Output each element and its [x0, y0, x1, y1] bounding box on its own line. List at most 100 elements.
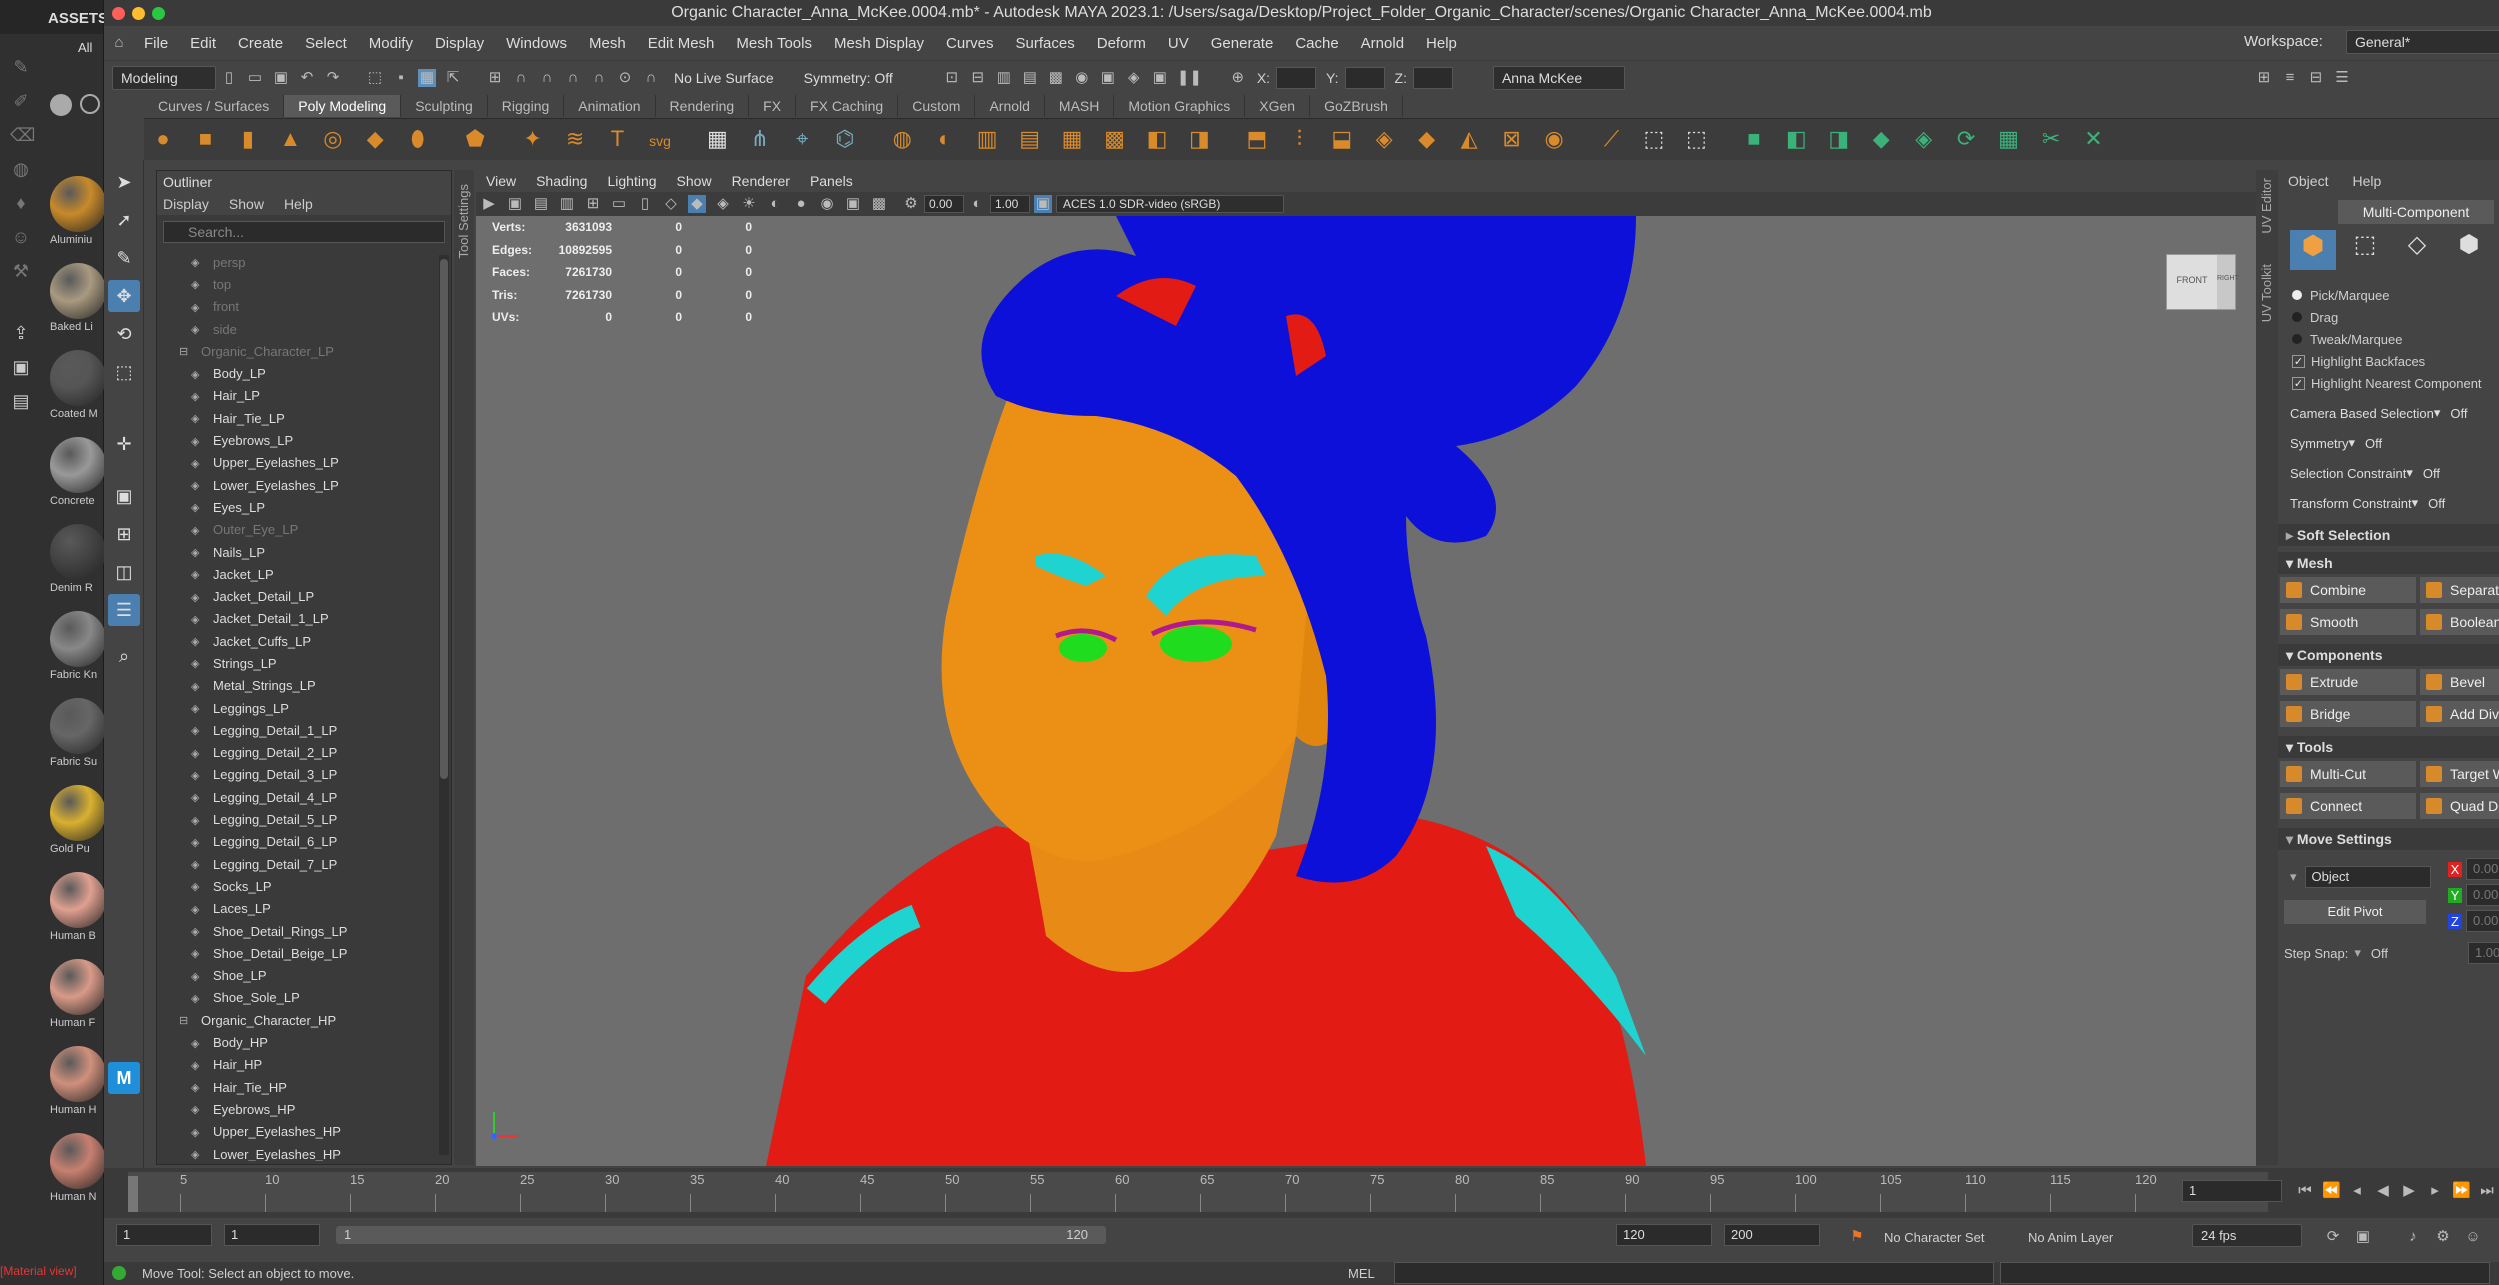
search-icon[interactable]: ⌕: [108, 640, 140, 672]
poly-disc-icon[interactable]: ⬮: [404, 125, 432, 153]
clean-up-icon[interactable]: ◨: [1185, 125, 1213, 153]
checkbox-icon[interactable]: ✓: [2292, 354, 2305, 368]
shelf-tab-animation[interactable]: Animation: [564, 95, 656, 117]
outliner-item[interactable]: ⊟ Organic_Character_HP: [157, 1009, 437, 1031]
ipr-render-icon[interactable]: ◉: [1073, 69, 1091, 87]
mel-label[interactable]: MEL: [1348, 1266, 1375, 1281]
render-frame-icon[interactable]: ▩: [1047, 69, 1065, 87]
outliner-item[interactable]: ◈ Hair_Tie_LP: [157, 407, 437, 429]
viewport-menu-show[interactable]: Show: [677, 173, 712, 189]
step-snap-value[interactable]: Off: [2371, 946, 2388, 961]
extract-shelf-icon[interactable]: ▥: [973, 125, 1001, 153]
side-tab-uv-toolkit[interactable]: UV Toolkit: [2259, 264, 2274, 322]
assets-filter-all[interactable]: All: [78, 40, 92, 55]
output-ops-icon[interactable]: ⊟: [969, 69, 987, 87]
film-gate-icon[interactable]: ▭: [610, 195, 628, 213]
home-icon[interactable]: ⌂: [110, 34, 128, 52]
append-icon[interactable]: ◆: [1413, 125, 1441, 153]
face-mode-icon[interactable]: ⬢: [2446, 230, 2492, 270]
current-frame-field[interactable]: 1: [2182, 1180, 2282, 1202]
menu-display[interactable]: Display: [435, 35, 484, 52]
smooth-button[interactable]: Smooth: [2280, 609, 2416, 635]
outliner-menu-help[interactable]: Help: [284, 196, 313, 212]
move-y-field[interactable]: 0.00: [2466, 884, 2499, 906]
uv-unfold-icon[interactable]: ⟳: [1952, 125, 1980, 153]
resolution-gate-icon[interactable]: ▯: [636, 195, 654, 213]
radio-icon[interactable]: [2292, 290, 2302, 300]
separate-shelf-icon[interactable]: ◐: [931, 125, 959, 153]
single-view-icon[interactable]: ▣: [108, 480, 140, 512]
step-back-frame-icon[interactable]: ◂: [2348, 1182, 2366, 1200]
pick-option[interactable]: Pick/Marquee: [2278, 284, 2499, 306]
gamma-icon[interactable]: ◐: [968, 195, 986, 213]
outliner-item[interactable]: ⊟ Organic_Character_LP: [157, 340, 437, 362]
menu-surfaces[interactable]: Surfaces: [1016, 35, 1075, 52]
shelf-tab-fx-caching[interactable]: FX Caching: [796, 95, 899, 117]
fps-select[interactable]: 24 fps: [2192, 1224, 2302, 1247]
camera-attrs-icon[interactable]: ▣: [506, 195, 524, 213]
toggle-channel-box-icon[interactable]: ☰: [2333, 69, 2351, 87]
measure-icon[interactable]: ⌖: [788, 125, 816, 153]
brush-icon[interactable]: ✐: [10, 90, 32, 112]
anim-layer-select[interactable]: No Anim Layer: [2028, 1230, 2113, 1245]
uv-auto-icon[interactable]: ◆: [1867, 125, 1895, 153]
image-plane-icon[interactable]: ▥: [558, 195, 576, 213]
gamma-field[interactable]: 1.00: [990, 195, 1030, 213]
toolkit-checkbox[interactable]: ✓ Highlight Backfaces: [2278, 350, 2499, 372]
y-field[interactable]: [1344, 66, 1385, 89]
menu-arnold[interactable]: Arnold: [1361, 35, 1404, 52]
outliner-search[interactable]: Search...: [163, 221, 445, 243]
uv-spherical-icon[interactable]: ◨: [1825, 125, 1853, 153]
menu-uv[interactable]: UV: [1168, 35, 1189, 52]
outliner-item[interactable]: ◈ Eyebrows_LP: [157, 429, 437, 451]
move-settings-header[interactable]: ▾ Move Settings: [2278, 828, 2499, 850]
outliner-item[interactable]: ◈ Eyes_LP: [157, 496, 437, 518]
vertex-mode-icon[interactable]: ⬚: [2342, 230, 2388, 270]
option-value[interactable]: Off: [2428, 496, 2445, 511]
cache-icon[interactable]: ▣: [2354, 1228, 2372, 1246]
construction-history-icon[interactable]: ▥: [995, 69, 1013, 87]
undo-icon[interactable]: ↶: [298, 69, 316, 87]
lasso-tool-icon[interactable]: ➚: [108, 204, 140, 236]
snap-surface-icon[interactable]: ∩: [590, 69, 608, 87]
menu-deform[interactable]: Deform: [1097, 35, 1146, 52]
menu-edit-mesh[interactable]: Edit Mesh: [648, 35, 715, 52]
viewport[interactable]: Verts: 3631093 0 0 Edges: 10892595 0 0 Faces: 726…: [476, 216, 2256, 1166]
save-scene-icon[interactable]: ▣: [272, 69, 290, 87]
menu-mesh-tools[interactable]: Mesh Tools: [736, 35, 812, 52]
extrude-shelf-icon[interactable]: ⬒: [1243, 125, 1271, 153]
outliner-item[interactable]: ◈ Hair_LP: [157, 385, 437, 407]
wrench-icon[interactable]: ⚒: [10, 260, 32, 282]
menu-curves[interactable]: Curves: [946, 35, 994, 52]
material-swatch[interactable]: Concrete: [50, 437, 110, 507]
menu-help[interactable]: Help: [1426, 35, 1457, 52]
snap-grid-icon[interactable]: ⊞: [486, 69, 504, 87]
type-tool-icon[interactable]: T: [604, 125, 632, 153]
poly-plane-icon[interactable]: ◆: [361, 125, 389, 153]
menu-file[interactable]: File: [144, 35, 168, 52]
play-backward-icon[interactable]: ◀: [2374, 1182, 2392, 1200]
move-z-field[interactable]: 0.00: [2466, 910, 2499, 932]
move-space-field[interactable]: Object: [2304, 866, 2431, 888]
poly-cylinder-icon[interactable]: ▮: [234, 125, 262, 153]
new-scene-icon[interactable]: ▯: [220, 69, 238, 87]
outliner-item[interactable]: ◈ Jacket_Cuffs_LP: [157, 630, 437, 652]
last-tool-icon[interactable]: ✛: [108, 428, 140, 460]
select-object-icon[interactable]: ▪: [392, 69, 410, 87]
material-swatch[interactable]: Aluminiu: [50, 176, 110, 246]
fill-hole-icon[interactable]: ◈: [1370, 125, 1398, 153]
smooth-shelf-icon[interactable]: ▦: [1058, 125, 1086, 153]
person-icon[interactable]: ☺: [10, 226, 32, 248]
step-back-key-icon[interactable]: ⏪: [2322, 1182, 2341, 1200]
outliner-item[interactable]: ◈ Legging_Detail_5_LP: [157, 808, 437, 830]
material-swatch[interactable]: Fabric Su: [50, 698, 110, 768]
shelf-tab-xgen[interactable]: XGen: [1245, 95, 1311, 117]
shelf-tab-fx[interactable]: FX: [749, 95, 797, 117]
export-icon[interactable]: ⇪: [10, 322, 32, 344]
shelf-tab-arnold[interactable]: Arnold: [975, 95, 1045, 117]
pencil-icon[interactable]: ✎: [10, 56, 32, 78]
edge-mode-icon[interactable]: ◇: [2394, 230, 2440, 270]
uv-cylindrical-icon[interactable]: ◧: [1782, 125, 1810, 153]
select-by-type-icon[interactable]: ⇱: [444, 69, 462, 87]
outliner-item[interactable]: ◈ Hair_Tie_HP: [157, 1076, 437, 1098]
